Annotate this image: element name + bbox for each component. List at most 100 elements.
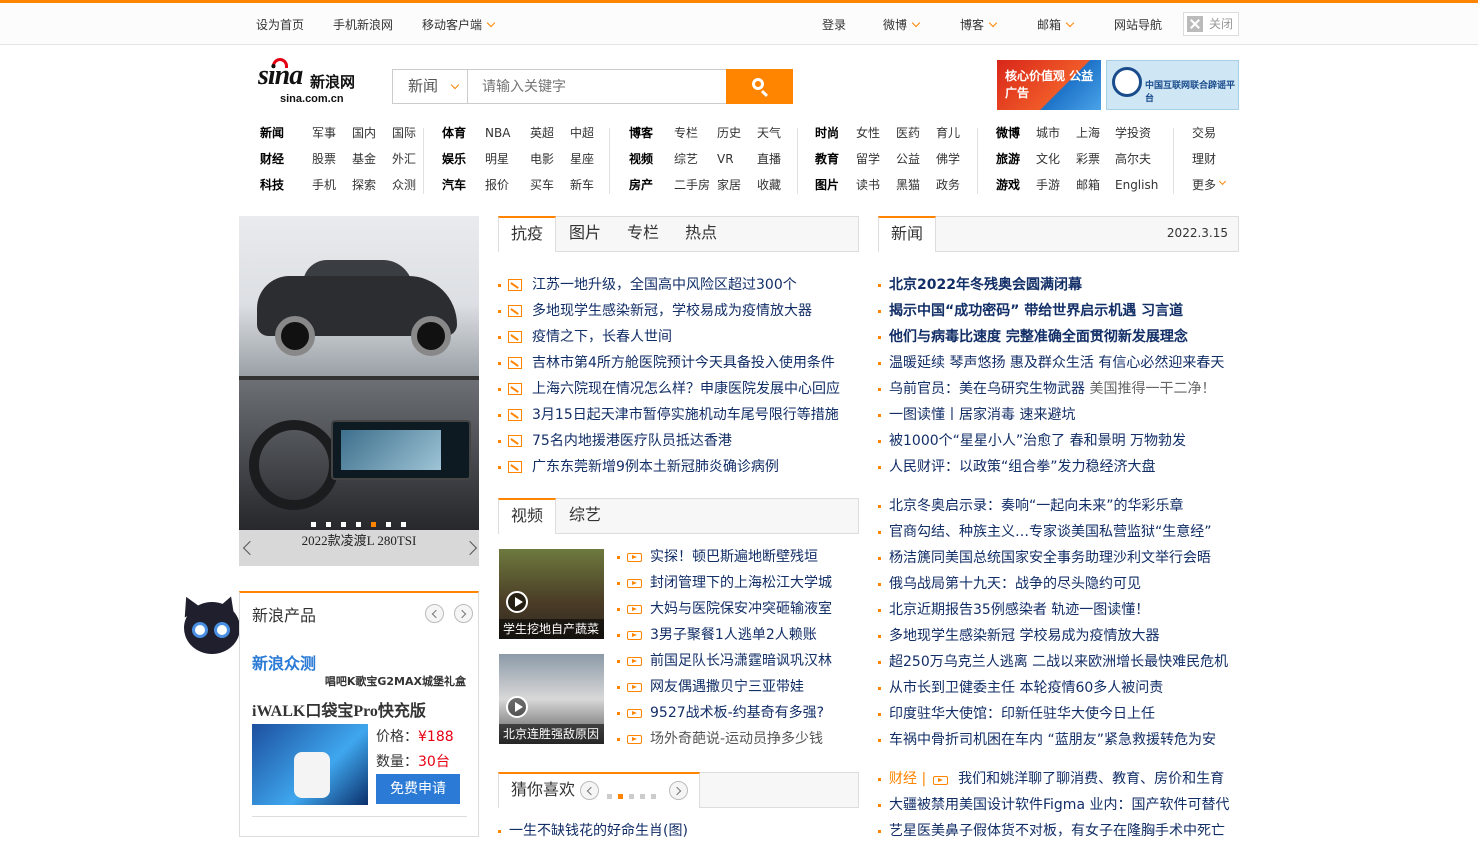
weibo-menu[interactable]: 微博 [883, 16, 921, 33]
nav-link[interactable]: 历史 [717, 125, 741, 141]
list-item[interactable]: 多地现学生感染新冠，学校易成为疫情放大器 [498, 298, 840, 324]
nav-link[interactable]: 黑猫 [896, 177, 920, 193]
nav-link[interactable]: 汽车 [442, 177, 466, 193]
site-nav-link[interactable]: 网站导航 [1114, 16, 1162, 33]
nav-link[interactable]: 女性 [856, 125, 880, 141]
rumor-platform-banner[interactable]: 中国互联网联合辟谣平台 [1106, 60, 1239, 110]
list-item[interactable]: 俄乌战局第十九天：战争的尽头隐约可见 [878, 571, 1228, 597]
tab-video[interactable]: 视频 [498, 498, 557, 534]
list-item[interactable]: 疫情之下，长春人世间 [498, 324, 840, 350]
nav-link[interactable]: 城市 [1036, 125, 1060, 141]
product-sub-link[interactable]: 唱吧K歌宝G2MAX城堡礼盒 [325, 673, 466, 689]
photo-carousel[interactable] [239, 216, 479, 566]
list-item[interactable]: 3男子聚餐1人逃单2人赖账 [617, 622, 832, 648]
nav-link[interactable]: 外汇 [392, 151, 416, 167]
product-name[interactable]: iWALK口袋宝Pro快充版 [252, 697, 426, 721]
list-item[interactable]: 吉林市第4所方舱医院预计今天具备投入使用条件 [498, 350, 840, 376]
nav-link[interactable]: 时尚 [815, 125, 839, 141]
nav-link[interactable]: 家居 [717, 177, 741, 193]
nav-link[interactable]: 教育 [815, 151, 839, 167]
list-item[interactable]: 一图读懂丨居家消毒 速来避坑 [878, 402, 1224, 428]
nav-link[interactable]: 众测 [392, 177, 416, 193]
search-button[interactable] [726, 69, 793, 104]
nav-link[interactable]: 国内 [352, 125, 376, 141]
video-thumb[interactable]: 学生挖地自产蔬菜 [499, 549, 604, 639]
apply-button[interactable]: 免费申请 [376, 774, 460, 804]
products-prev-icon[interactable] [425, 604, 444, 623]
list-item[interactable]: 网友偶遇撒贝宁三亚带娃 [617, 674, 832, 700]
nav-link[interactable]: English [1115, 177, 1158, 193]
list-item[interactable]: 超250万乌克兰人逃离 二战以来欧洲增长最快难民危机 [878, 649, 1228, 675]
nav-link[interactable]: 文化 [1036, 151, 1060, 167]
nav-link[interactable]: 手机 [312, 177, 336, 193]
products-next-icon[interactable] [454, 604, 473, 623]
list-item[interactable]: 封闭管理下的上海松江大学城 [617, 570, 832, 596]
carousel-dot[interactable] [651, 794, 656, 799]
list-item[interactable]: 多地现学生感染新冠 学校易成为疫情放大器 [878, 623, 1228, 649]
list-item[interactable]: 大疆被禁用美国设计软件Figma 业内：国产软件可替代 [878, 792, 1229, 818]
nav-link[interactable]: 买车 [530, 177, 554, 193]
nav-link[interactable]: 理财 [1192, 151, 1216, 167]
list-item[interactable]: 实探！顿巴斯遍地断壁残垣 [617, 544, 832, 570]
nav-link[interactable]: 图片 [815, 177, 839, 193]
search-category-select[interactable]: 新闻 [392, 69, 468, 104]
tab-pictures[interactable]: 图片 [557, 216, 613, 252]
nav-link[interactable]: 旅游 [996, 151, 1020, 167]
nav-link[interactable]: 房产 [629, 177, 653, 193]
carousel-dot[interactable] [356, 522, 361, 527]
list-item[interactable]: 杨洁篪同美国总统国家安全事务助理沙利文举行会晤 [878, 545, 1228, 571]
nav-link[interactable]: 佛学 [936, 151, 960, 167]
carousel-dot[interactable] [386, 522, 391, 527]
carousel-caption[interactable]: 2022款凌渡L 280TSI [239, 530, 479, 566]
nav-link[interactable]: 体育 [442, 125, 466, 141]
mail-menu[interactable]: 邮箱 [1037, 16, 1075, 33]
guess-next-icon[interactable] [669, 781, 688, 800]
list-item[interactable]: 9527战术板-约基奇有多强? [617, 700, 832, 726]
product-image[interactable] [252, 724, 368, 805]
nav-link[interactable]: 视频 [629, 151, 653, 167]
tab-column[interactable]: 专栏 [615, 216, 671, 252]
list-item[interactable]: 3月15日起天津市暂停实施机动车尾号限行等措施 [498, 402, 840, 428]
carousel-dot[interactable] [371, 522, 376, 527]
carousel-dot[interactable] [629, 794, 634, 799]
nav-link[interactable]: NBA [485, 125, 510, 141]
nav-link[interactable]: 基金 [352, 151, 376, 167]
nav-link[interactable]: 直播 [757, 151, 781, 167]
nav-link[interactable]: 明星 [485, 151, 509, 167]
video-thumb[interactable]: 北京连胜强敌原因 [499, 654, 604, 744]
nav-link[interactable]: 天气 [757, 125, 781, 141]
nav-link[interactable]: VR [717, 151, 734, 167]
nav-link[interactable]: 报价 [485, 177, 509, 193]
list-item[interactable]: 温暖延续 琴声悠扬 惠及群众生活 有信心必然迎来春天 [878, 350, 1224, 376]
list-item[interactable]: 广东东莞新增9例本土新冠肺炎确诊病例 [498, 454, 840, 480]
nav-link[interactable]: 新闻 [260, 125, 284, 141]
search-input[interactable] [467, 69, 727, 104]
list-item[interactable]: 北京冬奥启示录：奏响“一起向未来”的华彩乐章 [878, 493, 1228, 519]
list-item[interactable]: 揭示中国“成功密码” 带给世界启示机遇 习言道 [878, 298, 1224, 324]
carousel-dot[interactable] [311, 522, 316, 527]
list-item[interactable]: 从市长到卫健委主任 本轮疫情60多人被问责 [878, 675, 1228, 701]
guess-prev-icon[interactable] [580, 781, 599, 800]
nav-link[interactable]: 电影 [530, 151, 554, 167]
list-item[interactable]: 上海六院现在情况怎么样？申康医院发展中心回应 [498, 376, 840, 402]
nav-link[interactable]: 娱乐 [442, 151, 466, 167]
carousel-dot[interactable] [401, 522, 406, 527]
nav-link[interactable]: 学投资 [1115, 125, 1151, 141]
list-item[interactable]: 艺星医美鼻子假体货不对板，有女子在隆胸手术中死亡 [878, 818, 1229, 844]
list-item[interactable]: 官商勾结、种族主义…专家谈美国私营监狱“生意经” [878, 519, 1228, 545]
close-button[interactable]: 关闭 [1183, 12, 1239, 36]
nav-link[interactable]: 中超 [570, 125, 594, 141]
list-item[interactable]: 被1000个“星星小人”治愈了 春和景明 万物勃发 [878, 428, 1224, 454]
list-item[interactable]: 北京2022年冬残奥会圆满闭幕 [878, 272, 1224, 298]
nav-link[interactable]: 读书 [856, 177, 880, 193]
nav-link[interactable]: 高尔夫 [1115, 151, 1151, 167]
nav-link[interactable]: 政务 [936, 177, 960, 193]
list-item[interactable]: 75名内地援港医疗队员抵达香港 [498, 428, 840, 454]
values-ad-banner[interactable]: 核心价值观 公益广告 [997, 60, 1101, 110]
tab-hot[interactable]: 热点 [673, 216, 729, 252]
carousel-dot[interactable] [607, 794, 612, 799]
mobile-sina-link[interactable]: 手机新浪网 [333, 16, 393, 33]
list-item[interactable]: 场外奇葩说-运动员挣多少钱 [617, 726, 832, 752]
sina-logo[interactable]: sina 新浪网 sina.com.cn [258, 58, 370, 108]
carousel-dot[interactable] [326, 522, 331, 527]
